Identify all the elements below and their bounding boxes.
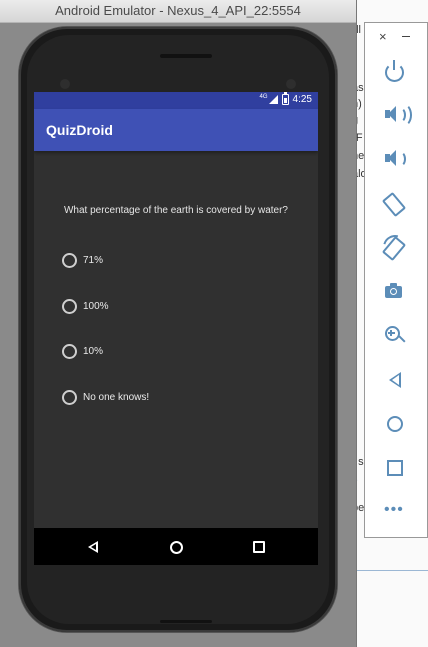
network-type: 4G xyxy=(259,93,268,100)
phone-chin xyxy=(160,620,212,623)
back-icon-inner xyxy=(392,375,399,385)
power-icon-bar xyxy=(393,60,395,70)
minimize-icon[interactable] xyxy=(402,36,410,37)
volume-up-button[interactable] xyxy=(382,102,412,128)
more-icon: ••• xyxy=(384,501,404,518)
emulator-title[interactable]: Android Emulator - Nexus_4_API_22:5554 xyxy=(0,0,356,23)
quiz-question: What percentage of the earth is covered … xyxy=(63,205,288,216)
zoom-handle xyxy=(398,335,406,343)
side-toolbar-header: × xyxy=(365,29,428,45)
answer-option-71[interactable]: 71% xyxy=(62,253,103,268)
answer-label: 71% xyxy=(83,255,104,266)
sound-wave xyxy=(394,103,412,127)
zoom-plus xyxy=(390,330,392,336)
radio-button-icon[interactable] xyxy=(62,344,77,359)
answer-option-no-one-knows[interactable]: No one knows! xyxy=(62,390,149,405)
home-icon[interactable] xyxy=(170,541,183,554)
recents-icon[interactable] xyxy=(253,541,265,553)
home-icon xyxy=(387,416,403,432)
radio-button-icon[interactable] xyxy=(62,299,77,314)
app-toolbar: QuizDroid xyxy=(34,109,318,151)
battery-icon xyxy=(281,92,289,105)
radio-button-icon[interactable] xyxy=(62,390,77,405)
front-camera xyxy=(60,79,70,89)
answer-label: 100% xyxy=(83,301,109,312)
app-title: QuizDroid xyxy=(46,122,113,138)
emulator-side-toolbar: × ••• xyxy=(364,22,428,538)
radio-button-icon[interactable] xyxy=(62,253,77,268)
rotate-arrow xyxy=(378,230,412,264)
power-button[interactable] xyxy=(382,58,408,84)
rotate-right-button[interactable] xyxy=(378,230,412,264)
earpiece xyxy=(160,54,212,58)
back-icon[interactable] xyxy=(88,541,98,553)
zoom-button[interactable] xyxy=(382,323,408,349)
system-nav-bar xyxy=(34,528,318,565)
overview-icon xyxy=(387,460,403,476)
rotate-left-button[interactable] xyxy=(381,191,408,218)
answer-label: No one knows! xyxy=(83,392,150,403)
emulator-window: Android Emulator - Nexus_4_API_22:5554 4… xyxy=(0,0,357,647)
rotate-left-icon xyxy=(381,191,407,218)
close-icon[interactable]: × xyxy=(379,29,387,45)
status-bar: 4G 4:25 xyxy=(34,92,318,109)
more-button[interactable]: ••• xyxy=(382,499,408,525)
answer-option-10[interactable]: 10% xyxy=(62,344,103,359)
toolbar-home-button[interactable] xyxy=(382,411,408,437)
toolbar-overview-button[interactable] xyxy=(382,455,408,481)
status-time: 4:25 xyxy=(292,94,312,105)
camera-lens xyxy=(390,288,397,295)
proximity-sensor xyxy=(286,79,296,89)
sound-wave xyxy=(394,151,406,167)
answer-option-100[interactable]: 100% xyxy=(62,299,109,314)
volume-down-button[interactable] xyxy=(382,146,408,172)
answer-label: 10% xyxy=(83,346,104,357)
toolbar-back-button[interactable] xyxy=(382,367,408,393)
device-screen[interactable]: 4G 4:25 QuizDroid What percentage of the… xyxy=(34,92,318,565)
signal-icon xyxy=(268,95,278,104)
screenshot-button[interactable] xyxy=(382,279,408,305)
background-divider xyxy=(356,570,428,571)
